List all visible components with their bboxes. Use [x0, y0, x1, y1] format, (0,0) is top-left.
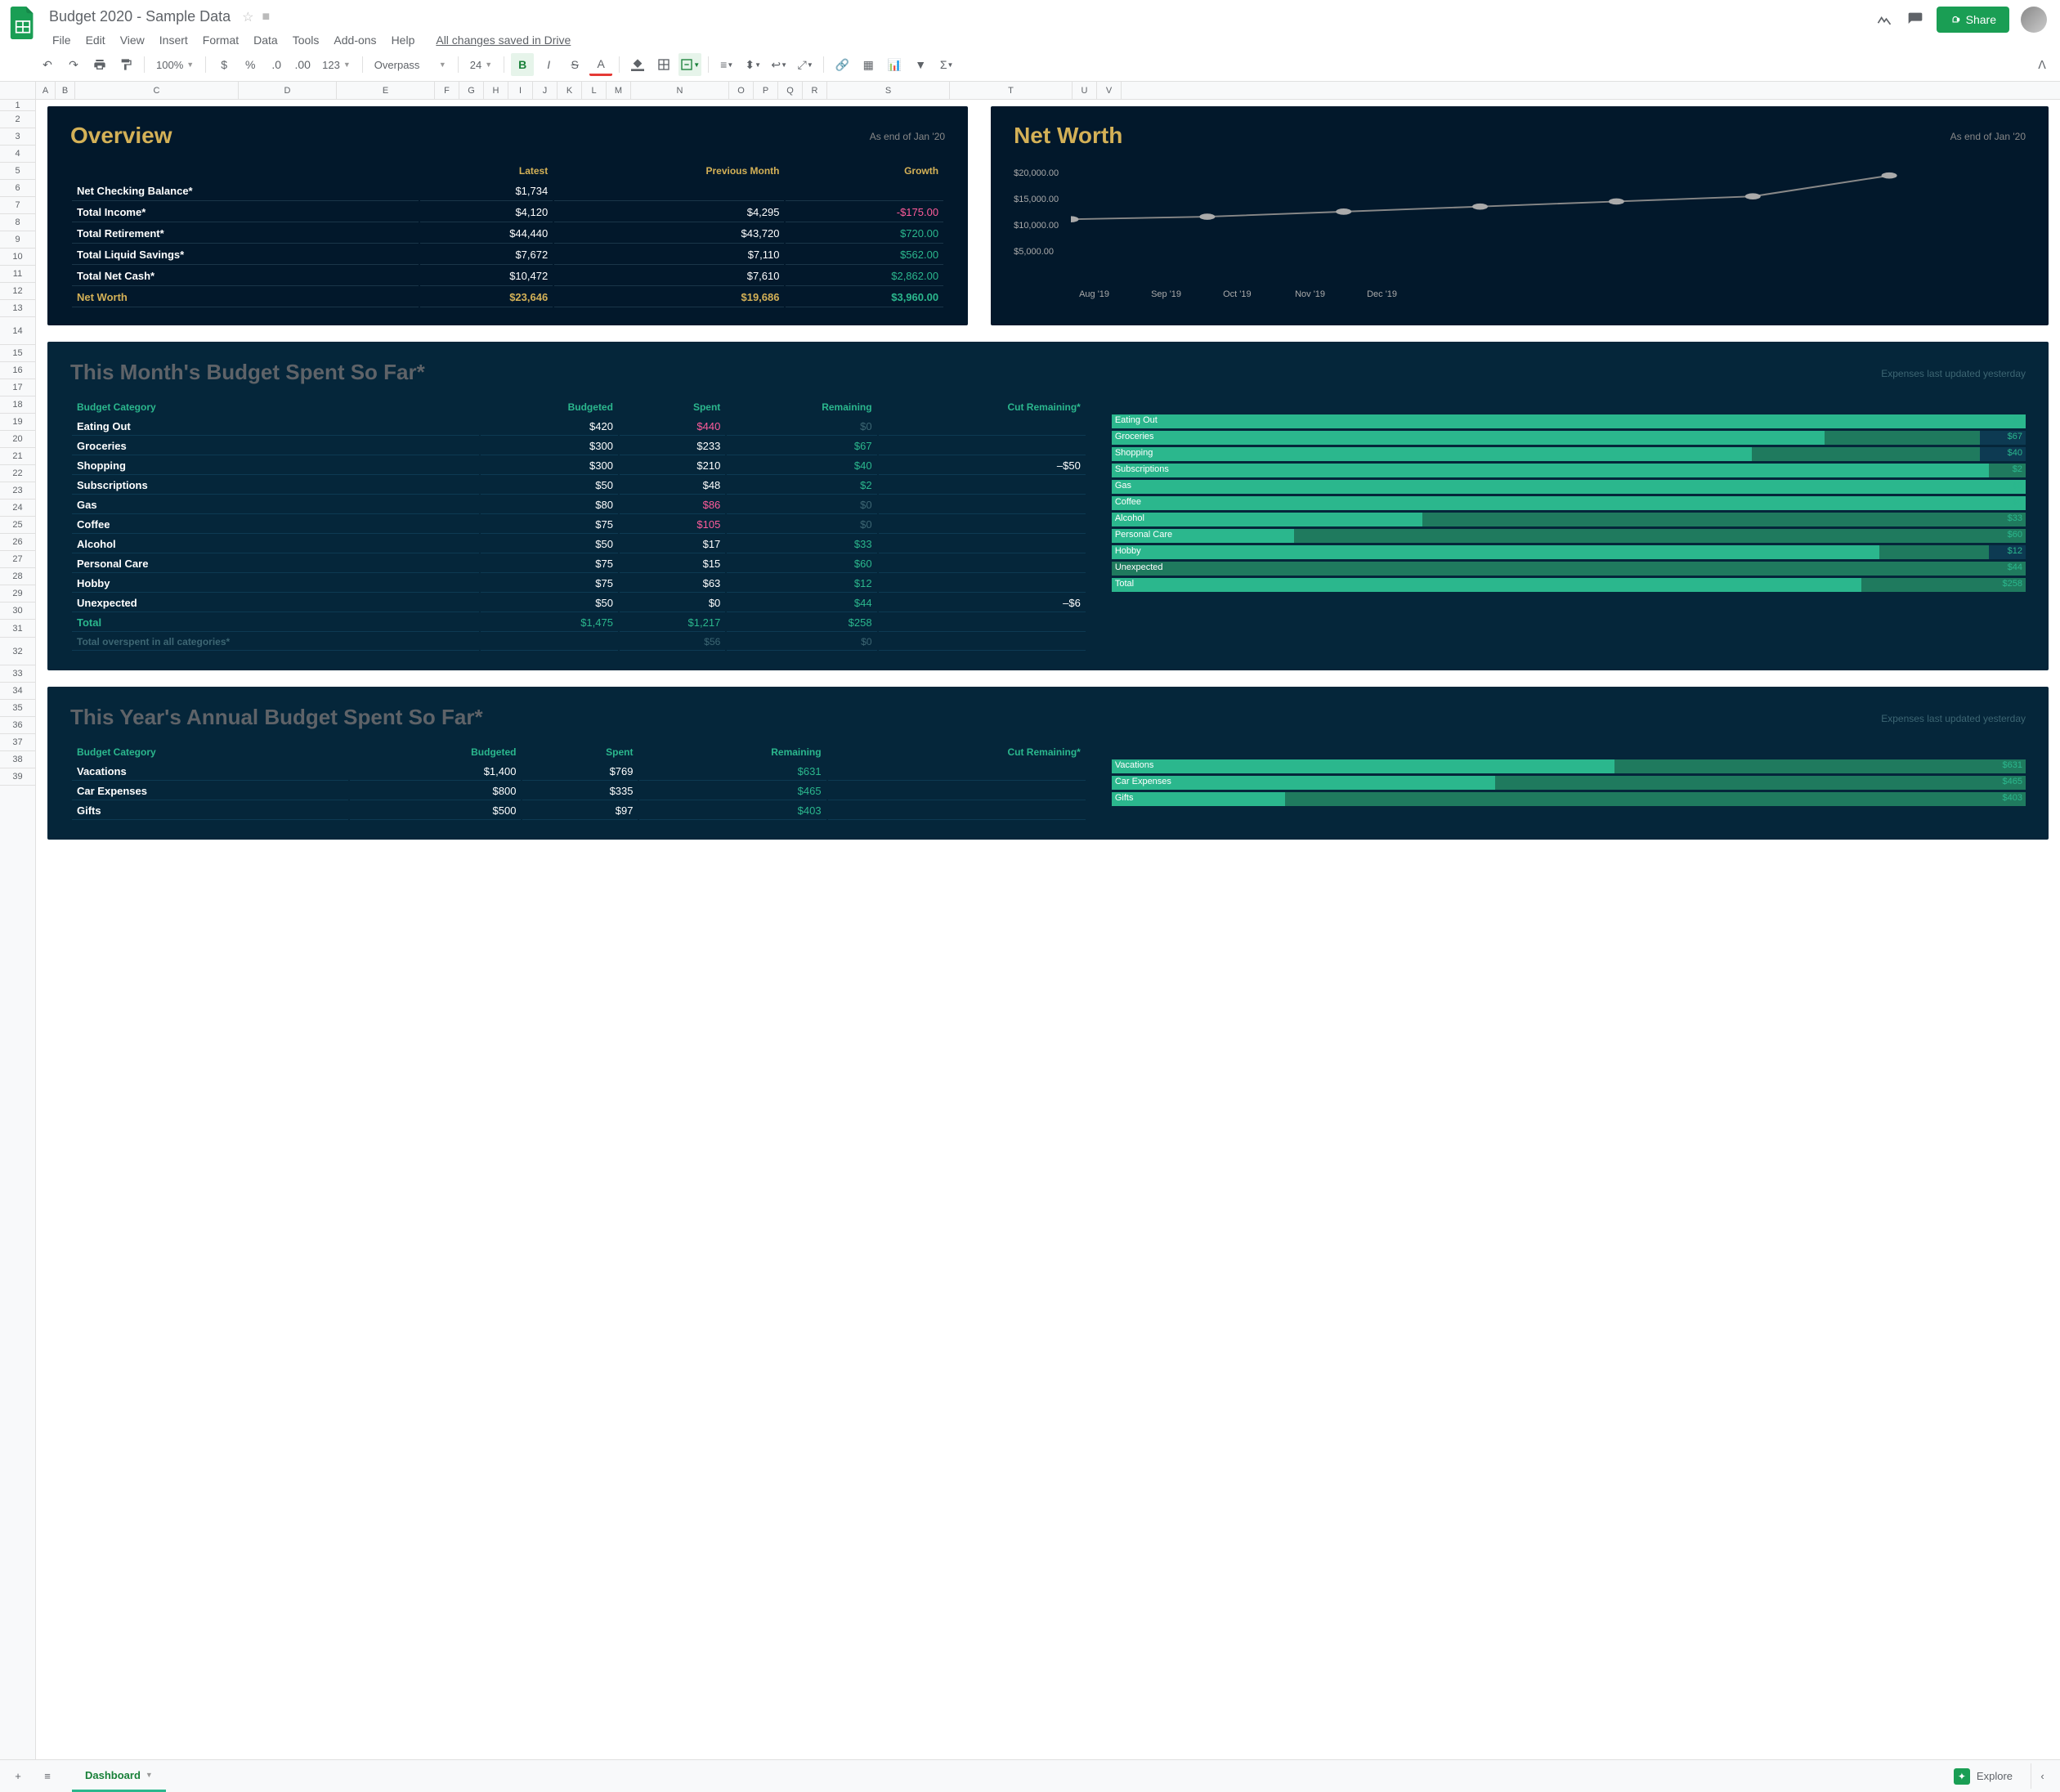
merge-icon[interactable]: ▼ [678, 53, 701, 76]
budget-bar: Total$258 [1112, 578, 2026, 592]
italic-button[interactable]: I [537, 53, 560, 76]
all-sheets-icon[interactable]: ≡ [36, 1765, 59, 1788]
side-panel-toggle-icon[interactable]: ‹ [2031, 1763, 2053, 1789]
menu-help[interactable]: Help [385, 30, 422, 50]
folder-icon[interactable]: ■ [262, 10, 271, 25]
menu-add-ons[interactable]: Add-ons [327, 30, 383, 50]
comment-icon[interactable]: ▦ [857, 53, 880, 76]
row-headers[interactable]: 1234567891011121314151617181920212223242… [0, 100, 36, 1759]
undo-icon[interactable]: ↶ [36, 53, 59, 76]
budget-bar: Car Expenses$465 [1112, 776, 2026, 790]
zoom-select[interactable]: 100%▼ [151, 56, 199, 74]
column-headers[interactable]: ABCDEFGHIJKLMNOPQRSTUV [0, 82, 2060, 100]
comments-icon[interactable] [1906, 10, 1925, 29]
print-icon[interactable] [88, 53, 111, 76]
menu-data[interactable]: Data [247, 30, 284, 50]
strike-button[interactable]: S [563, 53, 586, 76]
toolbar: ↶ ↷ 100%▼ $ % .0 .00 123▼ Overpass▼ 24▼ … [0, 50, 2060, 82]
explore-button[interactable]: ✦ Explore [1942, 1763, 2024, 1790]
halign-icon[interactable]: ≡▼ [715, 53, 738, 76]
budget-bar: Hobby$12 [1112, 545, 2026, 559]
filter-icon[interactable]: ▼ [909, 53, 932, 76]
menu-edit[interactable]: Edit [79, 30, 112, 50]
currency-icon[interactable]: $ [213, 53, 235, 76]
sheet-tab-dashboard[interactable]: Dashboard▼ [72, 1761, 166, 1792]
save-status[interactable]: All changes saved in Drive [429, 30, 577, 50]
menu-file[interactable]: File [46, 30, 78, 50]
paint-format-icon[interactable] [114, 53, 137, 76]
year-budget-asof: Expenses last updated yesterday [1881, 713, 2026, 724]
year-budget-card: Expenses last updated yesterday This Yea… [47, 687, 2049, 840]
add-sheet-icon[interactable]: + [7, 1765, 29, 1788]
budget-bar: Eating Out$0 [1112, 414, 2026, 428]
fillcolor-icon[interactable] [626, 53, 649, 76]
budget-bar: Personal Care$60 [1112, 529, 2026, 543]
budget-bar: Vacations$631 [1112, 759, 2026, 773]
avatar[interactable] [2021, 7, 2047, 33]
networth-card: As end of Jan '20 Net Worth $20,000.00$1… [991, 106, 2049, 325]
budget-bar: Shopping$40 [1112, 447, 2026, 461]
menu-view[interactable]: View [114, 30, 151, 50]
percent-icon[interactable]: % [239, 53, 262, 76]
menubar: FileEditViewInsertFormatDataToolsAdd-ons… [46, 30, 1868, 50]
year-budget-title: This Year's Annual Budget Spent So Far* [70, 705, 2026, 730]
month-budget-asof: Expenses last updated yesterday [1881, 368, 2026, 379]
spreadsheet-canvas[interactable]: As end of Jan '20 Overview LatestPreviou… [36, 100, 2060, 1759]
dec-increase-icon[interactable]: .00 [291, 53, 314, 76]
fontsize-select[interactable]: 24▼ [465, 56, 497, 74]
valign-icon[interactable]: ⬍▼ [741, 53, 764, 76]
collapse-toolbar-icon[interactable]: ᐱ [2031, 53, 2053, 76]
month-budget-card: Expenses last updated yesterday This Mon… [47, 342, 2049, 670]
overview-asof: As end of Jan '20 [870, 131, 945, 142]
functions-icon[interactable]: Σ▼ [935, 53, 958, 76]
activity-icon[interactable] [1874, 10, 1894, 29]
bold-button[interactable]: B [511, 53, 534, 76]
textcolor-button[interactable]: A [589, 53, 612, 76]
wrap-icon[interactable]: ↩▼ [768, 53, 790, 76]
dec-decrease-icon[interactable]: .0 [265, 53, 288, 76]
sheets-logo[interactable] [7, 7, 39, 39]
sheet-tabs-bar: + ≡ Dashboard▼ ✦ Explore ‹ [0, 1759, 2060, 1792]
networth-title: Net Worth [1014, 123, 2026, 149]
chart-icon[interactable]: 📊 [883, 53, 906, 76]
networth-asof: As end of Jan '20 [1950, 131, 2026, 142]
budget-bar: Gas$0 [1112, 480, 2026, 494]
month-budget-title: This Month's Budget Spent So Far* [70, 360, 2026, 385]
budget-bar: Gifts$403 [1112, 792, 2026, 806]
menu-tools[interactable]: Tools [286, 30, 326, 50]
overview-card: As end of Jan '20 Overview LatestPreviou… [47, 106, 968, 325]
budget-bar: Subscriptions$2 [1112, 464, 2026, 477]
budget-bar: Alcohol$33 [1112, 513, 2026, 526]
networth-chart: $20,000.00$15,000.00$10,000.00$5,000.00A… [1014, 160, 2026, 299]
menu-format[interactable]: Format [196, 30, 245, 50]
link-icon[interactable]: 🔗 [831, 53, 853, 76]
budget-bar: Coffee$0 [1112, 496, 2026, 510]
budget-bar: Groceries$67 [1112, 431, 2026, 445]
menu-insert[interactable]: Insert [153, 30, 195, 50]
overview-title: Overview [70, 123, 945, 149]
font-select[interactable]: Overpass▼ [369, 56, 451, 74]
rotate-icon[interactable]: ⤢▼ [794, 53, 817, 76]
share-button[interactable]: Share [1937, 7, 2009, 33]
explore-icon: ✦ [1954, 1768, 1970, 1785]
star-icon[interactable]: ☆ [242, 9, 253, 25]
doc-title[interactable]: Budget 2020 - Sample Data [46, 7, 234, 27]
borders-icon[interactable] [652, 53, 675, 76]
numfmt-select[interactable]: 123▼ [317, 56, 356, 74]
budget-bar: Unexpected$44 [1112, 562, 2026, 576]
redo-icon[interactable]: ↷ [62, 53, 85, 76]
